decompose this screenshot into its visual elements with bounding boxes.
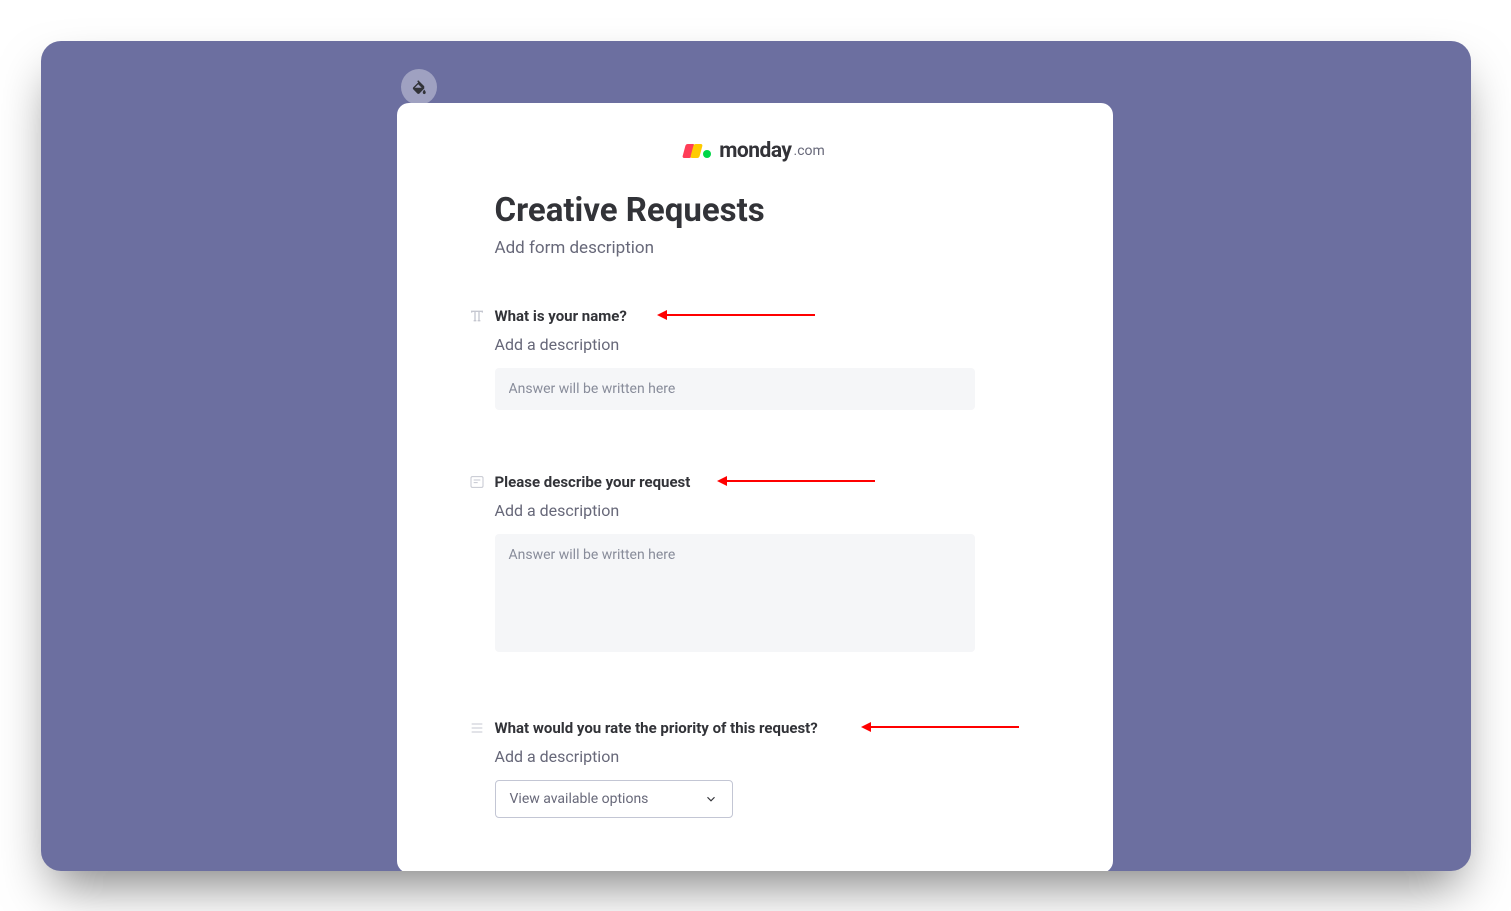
brand-suffix: .com [794, 143, 825, 159]
question-label[interactable]: What would you rate the priority of this… [495, 719, 818, 737]
app-frame: monday.com Creative Requests Add form de… [41, 41, 1471, 871]
brand-name: monday [719, 139, 791, 163]
question-description[interactable]: Add a description [495, 747, 1015, 766]
logo-mark-icon [684, 144, 711, 158]
text-field-icon [469, 308, 485, 324]
request-textarea[interactable] [495, 534, 975, 652]
question-description[interactable]: Add a description [495, 501, 1015, 520]
paint-bucket-icon [410, 78, 428, 96]
brand-logo: monday.com [397, 139, 1113, 163]
form-description[interactable]: Add form description [495, 238, 1015, 258]
annotation-arrow-icon [869, 726, 1019, 728]
select-placeholder: View available options [510, 791, 649, 807]
question-description[interactable]: Add a description [495, 335, 1015, 354]
priority-select[interactable]: View available options [495, 780, 733, 818]
annotation-arrow-icon [665, 314, 815, 316]
question-label[interactable]: What is your name? [495, 307, 627, 325]
form-title[interactable]: Creative Requests [495, 191, 1015, 230]
status-field-icon [469, 720, 485, 736]
question-label[interactable]: Please describe your request [495, 473, 691, 491]
name-input[interactable] [495, 368, 975, 410]
question-name: What is your name? Add a description [495, 306, 1015, 410]
question-description-request: Please describe your request Add a descr… [495, 472, 1015, 656]
long-text-icon [469, 474, 485, 490]
annotation-arrow-icon [725, 480, 875, 482]
chevron-down-icon [704, 792, 718, 806]
form-card: monday.com Creative Requests Add form de… [397, 103, 1113, 871]
theme-paint-button[interactable] [401, 69, 437, 105]
question-priority: What would you rate the priority of this… [495, 718, 1015, 818]
